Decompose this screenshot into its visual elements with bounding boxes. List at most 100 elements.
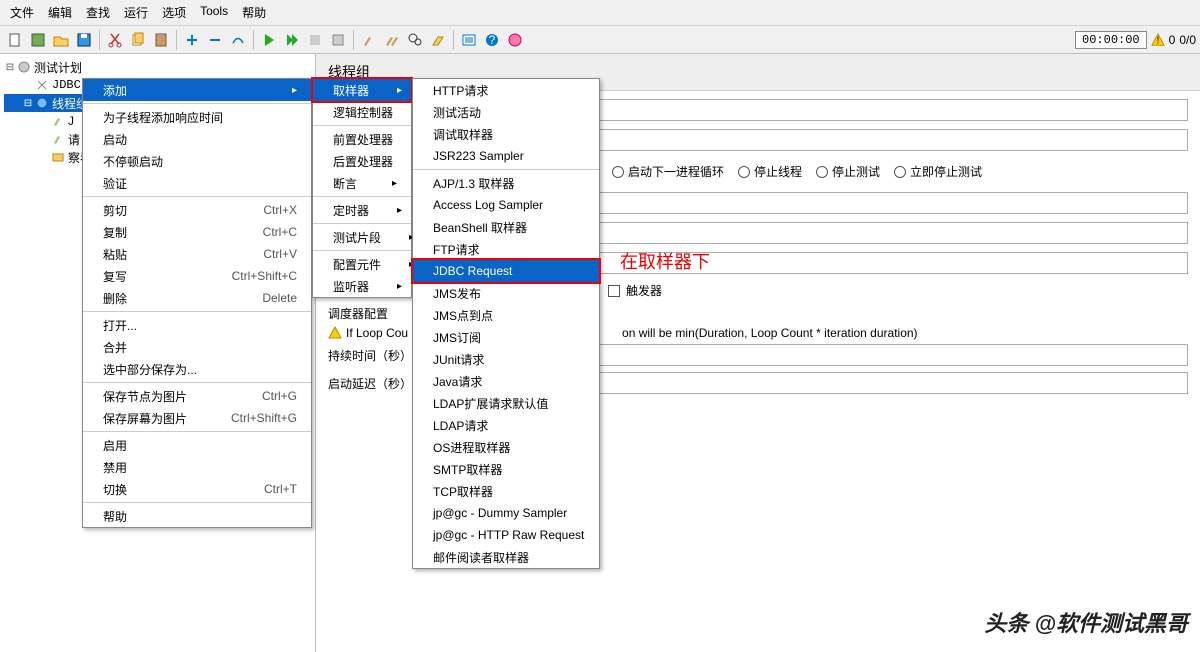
menu-编辑[interactable]: 编辑 [42, 2, 78, 23]
run-nopause-icon[interactable] [281, 29, 303, 51]
svg-text:!: ! [1156, 34, 1159, 46]
mi-调试取样器[interactable]: 调试取样器 [413, 123, 599, 145]
mi-LDAP请求[interactable]: LDAP请求 [413, 414, 599, 436]
mi-前置处理器[interactable]: 前置处理器▸ [313, 128, 411, 150]
new-icon[interactable] [4, 29, 26, 51]
menubar: 文件编辑查找运行选项Tools帮助 [0, 0, 1200, 26]
tree-root[interactable]: ⊟测试计划 [4, 58, 311, 76]
watermark: 头条 @软件测试黑哥 [984, 606, 1188, 638]
radio-opt-1[interactable]: 启动下一进程循环 [612, 163, 724, 180]
mi-JMS点到点[interactable]: JMS点到点 [413, 304, 599, 326]
menu-查找[interactable]: 查找 [80, 2, 116, 23]
annotation: 在取样器下 [620, 248, 710, 274]
paste-icon[interactable] [150, 29, 172, 51]
mi-Access Log Sampler[interactable]: Access Log Sampler [413, 194, 599, 216]
mi-JSR223 Sampler[interactable]: JSR223 Sampler [413, 145, 599, 167]
minus-icon[interactable] [204, 29, 226, 51]
menu-帮助[interactable]: 帮助 [236, 2, 272, 23]
chk-same-user[interactable] [608, 285, 620, 297]
mi-监听器[interactable]: 监听器▸ [313, 275, 411, 297]
mi-测试活动[interactable]: 测试活动 [413, 101, 599, 123]
mi-打开...[interactable]: 打开... [83, 314, 311, 336]
mi-选中部分保存为...[interactable]: 选中部分保存为... [83, 358, 311, 380]
mi-SMTP取样器[interactable]: SMTP取样器 [413, 458, 599, 480]
context-menu-1: 添加▸ 为子线程添加响应时间启动不停顿启动验证剪切Ctrl+X复制Ctrl+C粘贴… [82, 78, 312, 528]
mi-断言[interactable]: 断言▸ [313, 172, 411, 194]
mi-验证[interactable]: 验证 [83, 172, 311, 194]
radio-opt-3[interactable]: 停止测试 [816, 163, 880, 180]
mi-不停顿启动[interactable]: 不停顿启动 [83, 150, 311, 172]
save-icon[interactable] [73, 29, 95, 51]
mi-添加[interactable]: 添加▸ [83, 79, 311, 101]
plus-icon[interactable] [181, 29, 203, 51]
mi-jp@gc - HTTP Raw Request[interactable]: jp@gc - HTTP Raw Request [413, 524, 599, 546]
mi-粘贴[interactable]: 粘贴Ctrl+V [83, 243, 311, 265]
search-icon[interactable] [404, 29, 426, 51]
fn-helper-icon[interactable] [458, 29, 480, 51]
radio-opt-2[interactable]: 停止线程 [738, 163, 802, 180]
mi-删除[interactable]: 删除Delete [83, 287, 311, 309]
mi-HTTP请求[interactable]: HTTP请求 [413, 79, 599, 101]
mi-取样器[interactable]: 取样器▸ [313, 79, 411, 101]
mi-保存节点为图片[interactable]: 保存节点为图片Ctrl+G [83, 385, 311, 407]
mi-启用[interactable]: 启用 [83, 434, 311, 456]
delay-label: 启动延迟（秒） [328, 375, 412, 392]
mi-禁用[interactable]: 禁用 [83, 456, 311, 478]
mi-保存屏幕为图片[interactable]: 保存屏幕为图片Ctrl+Shift+G [83, 407, 311, 429]
mi-Java请求[interactable]: Java请求 [413, 370, 599, 392]
mi-逻辑控制器[interactable]: 逻辑控制器▸ [313, 101, 411, 123]
mi-启动[interactable]: 启动 [83, 128, 311, 150]
clear-icon[interactable] [358, 29, 380, 51]
mi-测试片段[interactable]: 测试片段▸ [313, 226, 411, 248]
menu-文件[interactable]: 文件 [4, 2, 40, 23]
mi-为子线程添加响应时间[interactable]: 为子线程添加响应时间 [83, 106, 311, 128]
mi-FTP请求[interactable]: FTP请求 [413, 238, 599, 260]
mi-JUnit请求[interactable]: JUnit请求 [413, 348, 599, 370]
mi-配置元件[interactable]: 配置元件▸ [313, 253, 411, 275]
mi-复写[interactable]: 复写Ctrl+Shift+C [83, 265, 311, 287]
cut-icon[interactable] [104, 29, 126, 51]
warn-count-1: 0 [1169, 33, 1176, 47]
menu-选项[interactable]: 选项 [156, 2, 192, 23]
mi-定时器[interactable]: 定时器▸ [313, 199, 411, 221]
mi-JDBC Request[interactable]: JDBC Request [413, 260, 599, 282]
mi-BeanShell 取样器[interactable]: BeanShell 取样器 [413, 216, 599, 238]
warn-count-2: 0/0 [1179, 33, 1196, 47]
mi-合并[interactable]: 合并 [83, 336, 311, 358]
mi-JMS发布[interactable]: JMS发布 [413, 282, 599, 304]
mi-剪切[interactable]: 剪切Ctrl+X [83, 199, 311, 221]
menu-运行[interactable]: 运行 [118, 2, 154, 23]
run-icon[interactable] [258, 29, 280, 51]
context-menu-2: 取样器▸逻辑控制器▸ 前置处理器▸后置处理器▸断言▸ 定时器▸ 测试片段▸ 配置元件▸监… [312, 78, 412, 298]
reset-search-icon[interactable] [427, 29, 449, 51]
mi-后置处理器[interactable]: 后置处理器▸ [313, 150, 411, 172]
help-icon[interactable]: ? [481, 29, 503, 51]
mi-JMS订阅[interactable]: JMS订阅 [413, 326, 599, 348]
templates-icon[interactable] [27, 29, 49, 51]
open-icon[interactable] [50, 29, 72, 51]
mi-OS进程取样器[interactable]: OS进程取样器 [413, 436, 599, 458]
copy-icon[interactable] [127, 29, 149, 51]
duration-label: 持续时间（秒） [328, 347, 412, 364]
svg-text:?: ? [489, 33, 496, 47]
context-menu-3: HTTP请求测试活动调试取样器JSR223 Sampler AJP/1.3 取样器… [412, 78, 600, 569]
stop-icon[interactable] [304, 29, 326, 51]
mi-LDAP扩展请求默认值[interactable]: LDAP扩展请求默认值 [413, 392, 599, 414]
mi-TCP取样器[interactable]: TCP取样器 [413, 480, 599, 502]
warning-icon: ! [1151, 33, 1165, 47]
menu-Tools[interactable]: Tools [194, 2, 234, 23]
mi-复制[interactable]: 复制Ctrl+C [83, 221, 311, 243]
mi-AJP/1.3 取样器[interactable]: AJP/1.3 取样器 [413, 172, 599, 194]
toggle-icon[interactable] [227, 29, 249, 51]
radio-opt-4[interactable]: 立即停止测试 [894, 163, 982, 180]
clear-all-icon[interactable] [381, 29, 403, 51]
elapsed-time: 00:00:00 [1075, 31, 1147, 49]
toolbar: ? 00:00:00 ! 0 0/0 [0, 26, 1200, 54]
heap-icon[interactable] [504, 29, 526, 51]
mi-帮助[interactable]: 帮助 [83, 505, 311, 527]
shutdown-icon[interactable] [327, 29, 349, 51]
warning-icon [328, 326, 342, 340]
mi-jp@gc - Dummy Sampler[interactable]: jp@gc - Dummy Sampler [413, 502, 599, 524]
mi-切换[interactable]: 切换Ctrl+T [83, 478, 311, 500]
mi-邮件阅读者取样器[interactable]: 邮件阅读者取样器 [413, 546, 599, 568]
